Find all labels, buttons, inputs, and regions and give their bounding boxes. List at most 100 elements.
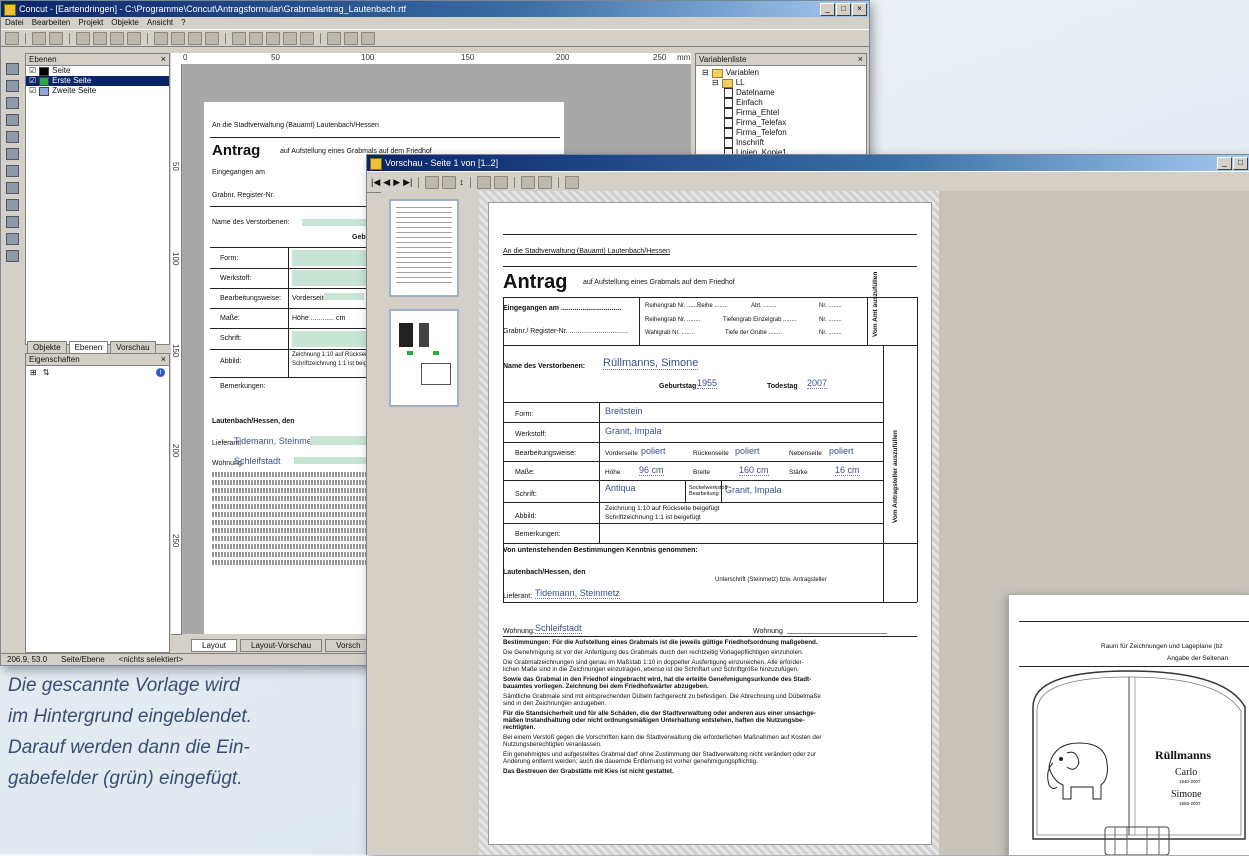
first-page-icon[interactable]: |◀: [371, 177, 380, 188]
sort-icon[interactable]: ⊞: [30, 368, 37, 377]
chart-tool-icon[interactable]: [5, 216, 19, 228]
group-icon[interactable]: [171, 31, 185, 45]
masse-value[interactable]: 96 cm: [639, 465, 664, 476]
tree-node[interactable]: Firma_Telefon: [702, 128, 860, 138]
input-field-lieferant[interactable]: [310, 436, 370, 445]
distribute-icon[interactable]: [266, 31, 280, 45]
barcode-tool-icon[interactable]: [5, 165, 19, 177]
todestag-value[interactable]: 2007: [807, 378, 828, 389]
layer-item[interactable]: ☑ Seite: [26, 66, 169, 76]
zoom-fit-icon[interactable]: ↕: [459, 177, 464, 187]
masse-value[interactable]: 160 cm: [739, 465, 769, 476]
tree-node[interactable]: ⊟ LL: [702, 78, 860, 88]
wohnung-value[interactable]: Schleifstadt: [535, 623, 582, 634]
minimize-button[interactable]: _: [1217, 157, 1232, 170]
size-icon[interactable]: [283, 31, 297, 45]
save-icon[interactable]: [520, 175, 535, 189]
menu-bearbeiten[interactable]: Bearbeiten: [32, 17, 71, 29]
bearb-value[interactable]: poliert: [735, 446, 760, 456]
layer-item[interactable]: ☑ Zweite Seite: [26, 86, 169, 96]
print-icon[interactable]: [476, 175, 491, 189]
sheet-dates-2: 1955-2007: [1179, 801, 1201, 806]
maximize-button[interactable]: □: [1233, 157, 1248, 170]
checkbox-tool-icon[interactable]: [5, 233, 19, 245]
print-icon[interactable]: [32, 31, 46, 45]
close-icon[interactable]: ×: [161, 354, 166, 365]
bearb-value[interactable]: poliert: [829, 446, 854, 456]
field-tool-icon[interactable]: [5, 148, 19, 160]
menu-projekt[interactable]: Projekt: [78, 17, 103, 29]
print-setup-icon[interactable]: [493, 175, 508, 189]
row-value-schrift[interactable]: Antiqua: [605, 483, 636, 493]
align-icon[interactable]: [154, 31, 168, 45]
zoom-in-icon[interactable]: [425, 175, 440, 189]
page-thumbnail-2[interactable]: [389, 309, 459, 407]
close-icon[interactable]: ×: [161, 54, 166, 65]
formula-tool-icon[interactable]: [5, 250, 19, 262]
menu-help[interactable]: ?: [181, 17, 185, 29]
front-icon[interactable]: [188, 31, 202, 45]
sockel-value[interactable]: Granit, Impala: [725, 485, 782, 495]
verstorbener-value[interactable]: Rüllmanns, Simone: [603, 357, 699, 370]
filter-icon[interactable]: ⇅: [43, 368, 50, 377]
tree-node[interactable]: Einfach: [702, 98, 860, 108]
context-help-icon[interactable]: [344, 31, 358, 45]
line-tool-icon[interactable]: [5, 97, 19, 109]
prev-page-icon[interactable]: ◀: [383, 177, 390, 188]
masse-value[interactable]: 16 cm: [835, 465, 860, 476]
checkbox-icon[interactable]: ☑: [29, 86, 36, 96]
row-value-form[interactable]: Breitstein: [605, 406, 643, 416]
close-icon[interactable]: ×: [858, 54, 863, 65]
tree-node[interactable]: Inschrift: [702, 138, 860, 148]
minimize-button[interactable]: _: [820, 3, 835, 16]
undo-icon[interactable]: [127, 31, 141, 45]
lieferant-value[interactable]: Tidemann, Steinmetz: [535, 588, 620, 599]
caption-line: im Hintergrund eingeblendet.: [8, 706, 252, 727]
ruler-unit: mm: [677, 53, 691, 62]
input-field-wohnung[interactable]: [294, 457, 374, 464]
zoom-out-icon[interactable]: [442, 175, 457, 189]
help-icon[interactable]: [327, 31, 341, 45]
checkbox-icon[interactable]: ☑: [29, 76, 36, 86]
ellipse-tool-icon[interactable]: [5, 131, 19, 143]
close-button[interactable]: ×: [852, 3, 867, 16]
layer-item-selected[interactable]: ☑ Erste Seite: [26, 76, 169, 86]
text-tool-icon[interactable]: [5, 80, 19, 92]
tree-node[interactable]: Firma_Telefax: [702, 118, 860, 128]
grid-icon[interactable]: [232, 31, 246, 45]
tab-layout[interactable]: Layout: [191, 639, 238, 652]
tree-node[interactable]: Datelname: [702, 88, 860, 98]
paste-icon[interactable]: [110, 31, 124, 45]
menu-ansicht[interactable]: Ansicht: [147, 17, 173, 29]
rectangle-tool-icon[interactable]: [5, 114, 19, 126]
menu-datei[interactable]: Datei: [5, 17, 24, 29]
next-page-icon[interactable]: ▶: [393, 177, 400, 188]
back-icon[interactable]: [205, 31, 219, 45]
tree-node[interactable]: Firma_Ehtel: [702, 108, 860, 118]
tree-node[interactable]: ⊟ Variablen: [702, 68, 860, 78]
save-icon[interactable]: [5, 31, 19, 45]
email-icon[interactable]: [537, 175, 552, 189]
select-tool-icon[interactable]: [5, 63, 19, 75]
input-field-bearbeitung[interactable]: [324, 293, 364, 300]
checkbox-icon[interactable]: ☑: [29, 66, 36, 76]
bearb-value[interactable]: poliert: [641, 446, 666, 456]
tab-layout-vorschau[interactable]: Layout-Vorschau: [240, 639, 323, 652]
tab-vorschau-bottom[interactable]: Vorsch: [325, 639, 372, 652]
info-icon[interactable]: i: [156, 367, 165, 377]
image-tool-icon[interactable]: [5, 182, 19, 194]
cut-icon[interactable]: [76, 31, 90, 45]
snap-icon[interactable]: [249, 31, 263, 45]
row-value-werkstoff[interactable]: Granit, Impala: [605, 426, 662, 436]
print-preview-icon[interactable]: [49, 31, 63, 45]
exit-icon[interactable]: [361, 31, 375, 45]
exit-icon[interactable]: [564, 175, 579, 189]
spacing-icon[interactable]: [300, 31, 314, 45]
menu-objekte[interactable]: Objekte: [111, 17, 139, 29]
last-page-icon[interactable]: ▶|: [403, 177, 412, 188]
page-thumbnail-1[interactable]: [389, 199, 459, 297]
table-tool-icon[interactable]: [5, 199, 19, 211]
maximize-button[interactable]: □: [836, 3, 851, 16]
geburtstag-value[interactable]: 1955: [697, 378, 718, 389]
copy-icon[interactable]: [93, 31, 107, 45]
